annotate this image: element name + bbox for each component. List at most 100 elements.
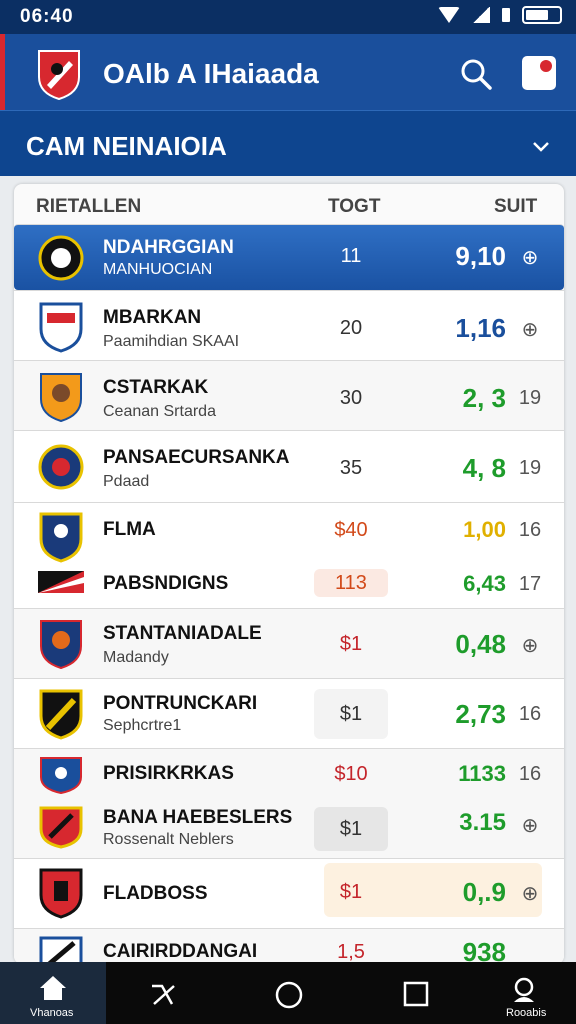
score-value: 9,10	[455, 241, 506, 271]
home-icon	[40, 976, 66, 1000]
team-name: FLADBOSS	[103, 883, 208, 904]
score-value: 2, 3	[462, 383, 506, 413]
table-row[interactable]: CAIRIRDDANGAI 1,5 938	[14, 928, 564, 964]
team-crest-icon	[38, 444, 84, 490]
score-value: 1,16	[455, 313, 506, 343]
total-value: 1,5	[337, 941, 365, 963]
score-value: 0,.9	[462, 877, 506, 907]
team-crest-icon	[39, 689, 83, 740]
total-value: $1	[339, 633, 363, 655]
column-header-total: TOGT	[328, 196, 381, 217]
team-subtitle: Sephcrtre1	[103, 717, 182, 734]
team-crest-icon	[39, 806, 83, 849]
team-crest-icon	[39, 936, 83, 964]
extra-value: 19	[518, 387, 542, 409]
extra-value: 16	[518, 763, 542, 785]
total-value: $1	[314, 807, 388, 851]
score-value: 938	[462, 937, 506, 964]
globe-icon[interactable]: ⊕	[512, 633, 548, 658]
score-value: 0,48	[455, 629, 506, 659]
nav-profile-label: Rooabis	[506, 1007, 547, 1019]
total-value: 30	[339, 387, 363, 409]
table-row[interactable]: PONTRUNCKARI Sephcrtre1 $1 2,73 16	[14, 678, 564, 748]
extra-value: 17	[518, 573, 542, 595]
score-value: 1,00	[463, 517, 506, 542]
team-name: PANSAECURSANKA	[103, 447, 290, 468]
extra-value: 16	[518, 703, 542, 725]
bottom-nav: Vhanoas Rooabis	[0, 962, 576, 1024]
table-row[interactable]: FLADBOSS $1 0,.9 ⊕	[14, 858, 564, 928]
club-logo-icon[interactable]	[35, 47, 83, 101]
globe-icon[interactable]: ⊕	[512, 245, 548, 270]
app-bar: OAlb A IHaiaada	[0, 34, 576, 110]
table-row-group[interactable]: PRISIRKRKAS $10 1133 16 BANA HAEBESLERS …	[14, 748, 564, 858]
wifi-icon	[438, 7, 460, 23]
nav-home[interactable]: Vhanoas	[0, 962, 106, 1024]
recents-icon[interactable]	[402, 980, 430, 1008]
team-name: PABSNDIGNS	[103, 573, 229, 594]
globe-icon[interactable]: ⊕	[512, 881, 548, 906]
team-subtitle: Paamihdian SKAAI	[103, 333, 240, 350]
team-name: MBARKAN	[103, 307, 202, 328]
standings-table: RIETALLEN TOGT SUIT NDAHRGGIAN MANHUOCIA…	[14, 184, 564, 964]
total-value: $40	[334, 519, 368, 541]
team-subtitle: Pdaad	[103, 473, 150, 490]
signal-icon	[472, 7, 490, 23]
total-value: 113	[314, 569, 388, 597]
score-value: 1133	[458, 761, 506, 786]
scores-icon[interactable]	[148, 980, 178, 1010]
team-crest-icon	[40, 373, 82, 423]
team-name: PRISIRKRKAS	[103, 763, 234, 784]
team-crest-icon	[39, 302, 83, 353]
profile-icon[interactable]	[510, 976, 538, 1004]
table-row[interactable]: CSTARKAK Ceanan Srtarda 30 2, 3 19	[14, 360, 564, 430]
column-header-score: SUIT	[494, 196, 538, 217]
status-bar: 06:40	[0, 0, 576, 34]
total-value: 11	[340, 245, 362, 267]
total-value: 35	[339, 457, 363, 479]
column-header-team: RIETALLEN	[36, 196, 142, 217]
total-value: $10	[334, 763, 368, 785]
total-value: $1	[339, 881, 363, 903]
search-icon[interactable]	[460, 58, 492, 90]
table-row[interactable]: PANSAECURSANKA Pdaad 35 4, 8 19	[14, 430, 564, 502]
extra-value: 16	[518, 519, 542, 541]
globe-icon[interactable]: ⊕	[512, 813, 548, 838]
table-row[interactable]: NDAHRGGIAN MANHUOCIAN 11 9,10 ⊕	[14, 224, 564, 290]
team-name: PONTRUNCKARI	[103, 693, 258, 714]
team-name: CSTARKAK	[103, 377, 209, 398]
team-flag-icon	[38, 571, 84, 593]
team-subtitle: Rossenalt Neblers	[103, 831, 234, 848]
score-value: 2,73	[455, 699, 506, 729]
app-title: OAlb A IHaiaada	[103, 58, 319, 89]
team-name: CAIRIRDDANGAI	[103, 941, 258, 962]
team-subtitle: Ceanan Srtarda	[103, 403, 216, 420]
battery-icon	[522, 6, 562, 24]
team-crest-icon	[40, 757, 82, 795]
team-name: NDAHRGGIAN	[103, 237, 234, 258]
total-value: 20	[339, 317, 363, 339]
nav-home-label: Vhanoas	[30, 1007, 74, 1019]
team-crest-icon	[40, 620, 82, 670]
score-value: 4, 8	[462, 453, 506, 483]
team-name: BANA HAEBESLERS	[103, 807, 293, 828]
team-name: FLMA	[103, 519, 156, 540]
team-name: STANTANIADALE	[103, 623, 262, 644]
table-row-group[interactable]: FLMA $40 1,00 16 PABSNDIGNS 113 6,43 17	[14, 502, 564, 608]
section-header[interactable]: CAM NEINAIOIA	[0, 110, 576, 176]
notification-icon[interactable]	[522, 56, 556, 90]
status-icons	[438, 6, 562, 24]
total-value: $1	[314, 689, 388, 739]
score-value: 3.15	[459, 809, 506, 836]
sim-icon	[502, 8, 510, 22]
globe-icon[interactable]: ⊕	[512, 317, 548, 342]
team-subtitle: MANHUOCIAN	[103, 261, 213, 278]
extra-value: 19	[518, 457, 542, 479]
table-row[interactable]: MBARKAN Paamihdian SKAAI 20 1,16 ⊕	[14, 290, 564, 360]
team-subtitle: Madandy	[103, 649, 169, 666]
team-crest-icon	[38, 235, 84, 281]
team-crest-icon	[39, 512, 83, 563]
table-row[interactable]: STANTANIADALE Madandy $1 0,48 ⊕	[14, 608, 564, 678]
chevron-down-icon[interactable]	[530, 135, 552, 157]
home-circle-icon[interactable]	[274, 980, 304, 1010]
